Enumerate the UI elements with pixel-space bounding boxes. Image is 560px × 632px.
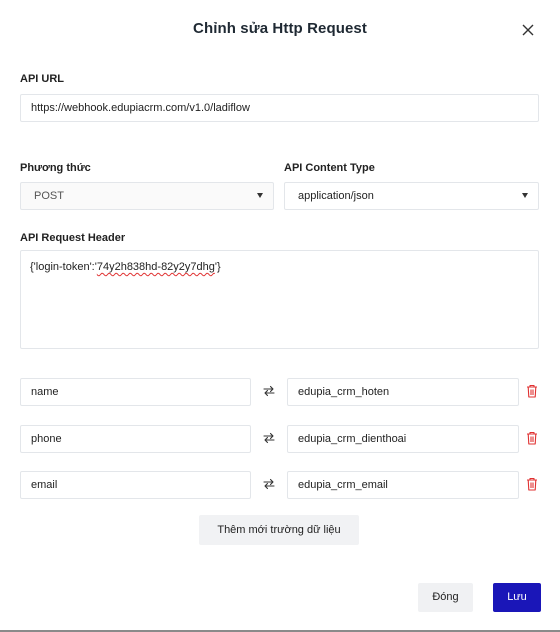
request-header-textarea[interactable]: {'login-token':'74y2h838hd-82y2y7dhg'} xyxy=(20,250,539,349)
api-url-label: API URL xyxy=(20,73,64,85)
method-label: Phương thức xyxy=(20,162,91,174)
method-select[interactable]: POST xyxy=(20,182,274,210)
trash-icon[interactable] xyxy=(526,384,538,398)
header-prefix: {'login-token':' xyxy=(30,261,97,273)
request-header-label: API Request Header xyxy=(20,232,126,244)
trash-icon[interactable] xyxy=(526,431,538,445)
mapping-target-input[interactable]: edupia_crm_email xyxy=(287,471,519,499)
add-field-button[interactable]: Thêm mới trường dữ liệu xyxy=(199,515,359,545)
close-button[interactable]: Đóng xyxy=(418,583,473,612)
content-type-selected-value: application/json xyxy=(298,190,374,202)
mapping-source-input[interactable]: name xyxy=(20,378,251,406)
swap-arrows-icon[interactable] xyxy=(262,477,276,491)
mapping-target-input[interactable]: edupia_crm_dienthoai xyxy=(287,425,519,453)
save-button[interactable]: Lưu xyxy=(493,583,541,612)
mapping-source-input[interactable]: email xyxy=(20,471,251,499)
close-icon[interactable] xyxy=(518,20,538,40)
content-type-label: API Content Type xyxy=(284,162,375,174)
header-suffix: '} xyxy=(214,261,221,273)
header-token: 74y2h838hd-82y2y7dhg xyxy=(96,261,215,273)
caret-down-icon xyxy=(257,193,263,198)
swap-arrows-icon[interactable] xyxy=(262,384,276,398)
mapping-target-input[interactable]: edupia_crm_hoten xyxy=(287,378,519,406)
mapping-source-input[interactable]: phone xyxy=(20,425,251,453)
api-url-input[interactable]: https://webhook.edupiacrm.com/v1.0/ladif… xyxy=(20,94,539,122)
caret-down-icon xyxy=(522,193,528,198)
trash-icon[interactable] xyxy=(526,477,538,491)
method-selected-value: POST xyxy=(34,190,64,202)
content-type-select[interactable]: application/json xyxy=(284,182,539,210)
swap-arrows-icon[interactable] xyxy=(262,431,276,445)
http-request-dialog: Chỉnh sửa Http Request API URL https://w… xyxy=(0,0,560,632)
dialog-title: Chỉnh sửa Http Request xyxy=(193,20,367,37)
